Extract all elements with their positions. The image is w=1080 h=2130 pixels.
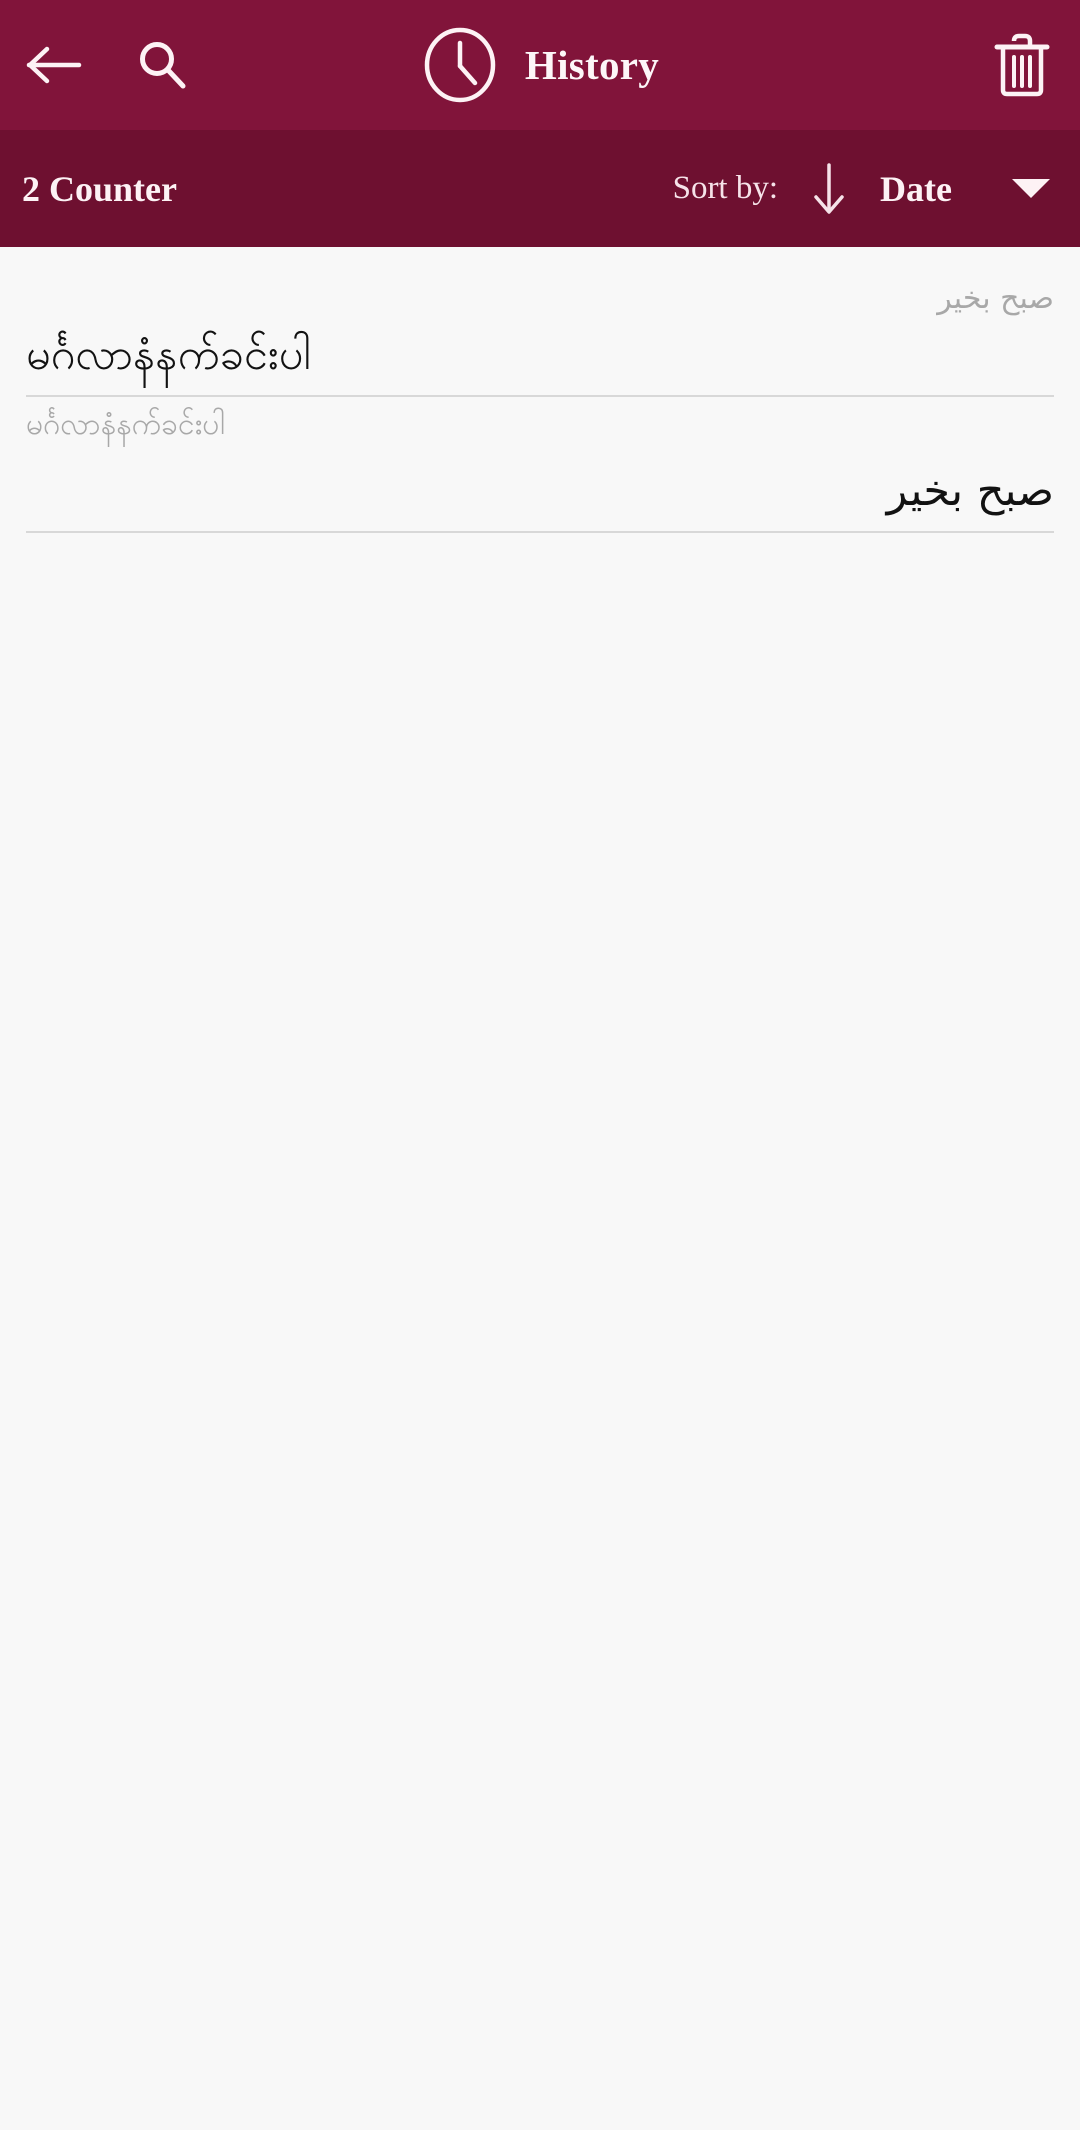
history-item-primary-text: မင်္ဂလာနံနက်ခင်းပါ — [26, 330, 311, 380]
history-item[interactable]: မင်္ဂလာနံနက်ခင်းပါ صبح بخير — [0, 397, 1080, 533]
sort-value-label[interactable]: Date — [880, 171, 952, 207]
delete-all-button[interactable] — [990, 30, 1054, 100]
app-bar: History — [0, 0, 1080, 130]
list-divider — [26, 531, 1054, 533]
clock-icon — [424, 27, 496, 103]
arrow-down-icon — [814, 162, 844, 214]
history-item-secondary-text: မင်္ဂလာနံနက်ခင်းပါ — [26, 407, 225, 442]
back-arrow-icon — [26, 46, 82, 84]
history-screen: History 2 Counter Sort by: Date صبح بخير… — [0, 0, 1080, 2130]
sort-control[interactable]: Sort by: Date — [673, 161, 1050, 217]
search-button[interactable] — [130, 33, 194, 97]
history-list: صبح بخير မင်္ဂလာနံနက်ခင်းပါ မင်္ဂလာနံနက်… — [0, 247, 1080, 2130]
back-button[interactable] — [22, 33, 86, 97]
history-item-secondary-text: صبح بخير — [937, 281, 1054, 316]
trash-icon — [994, 33, 1050, 97]
caret-down-icon[interactable] — [1012, 179, 1050, 198]
history-item-primary-text: صبح بخير — [886, 466, 1054, 516]
history-item[interactable]: صبح بخير မင်္ဂလာနံနက်ခင်းပါ — [0, 255, 1080, 397]
sub-header-bar: 2 Counter Sort by: Date — [0, 130, 1080, 247]
counter-label: 2 Counter — [22, 168, 177, 209]
page-title: History — [524, 41, 660, 88]
sort-by-label: Sort by: — [672, 170, 779, 206]
sort-direction-button[interactable] — [806, 161, 852, 217]
search-icon — [140, 42, 186, 89]
